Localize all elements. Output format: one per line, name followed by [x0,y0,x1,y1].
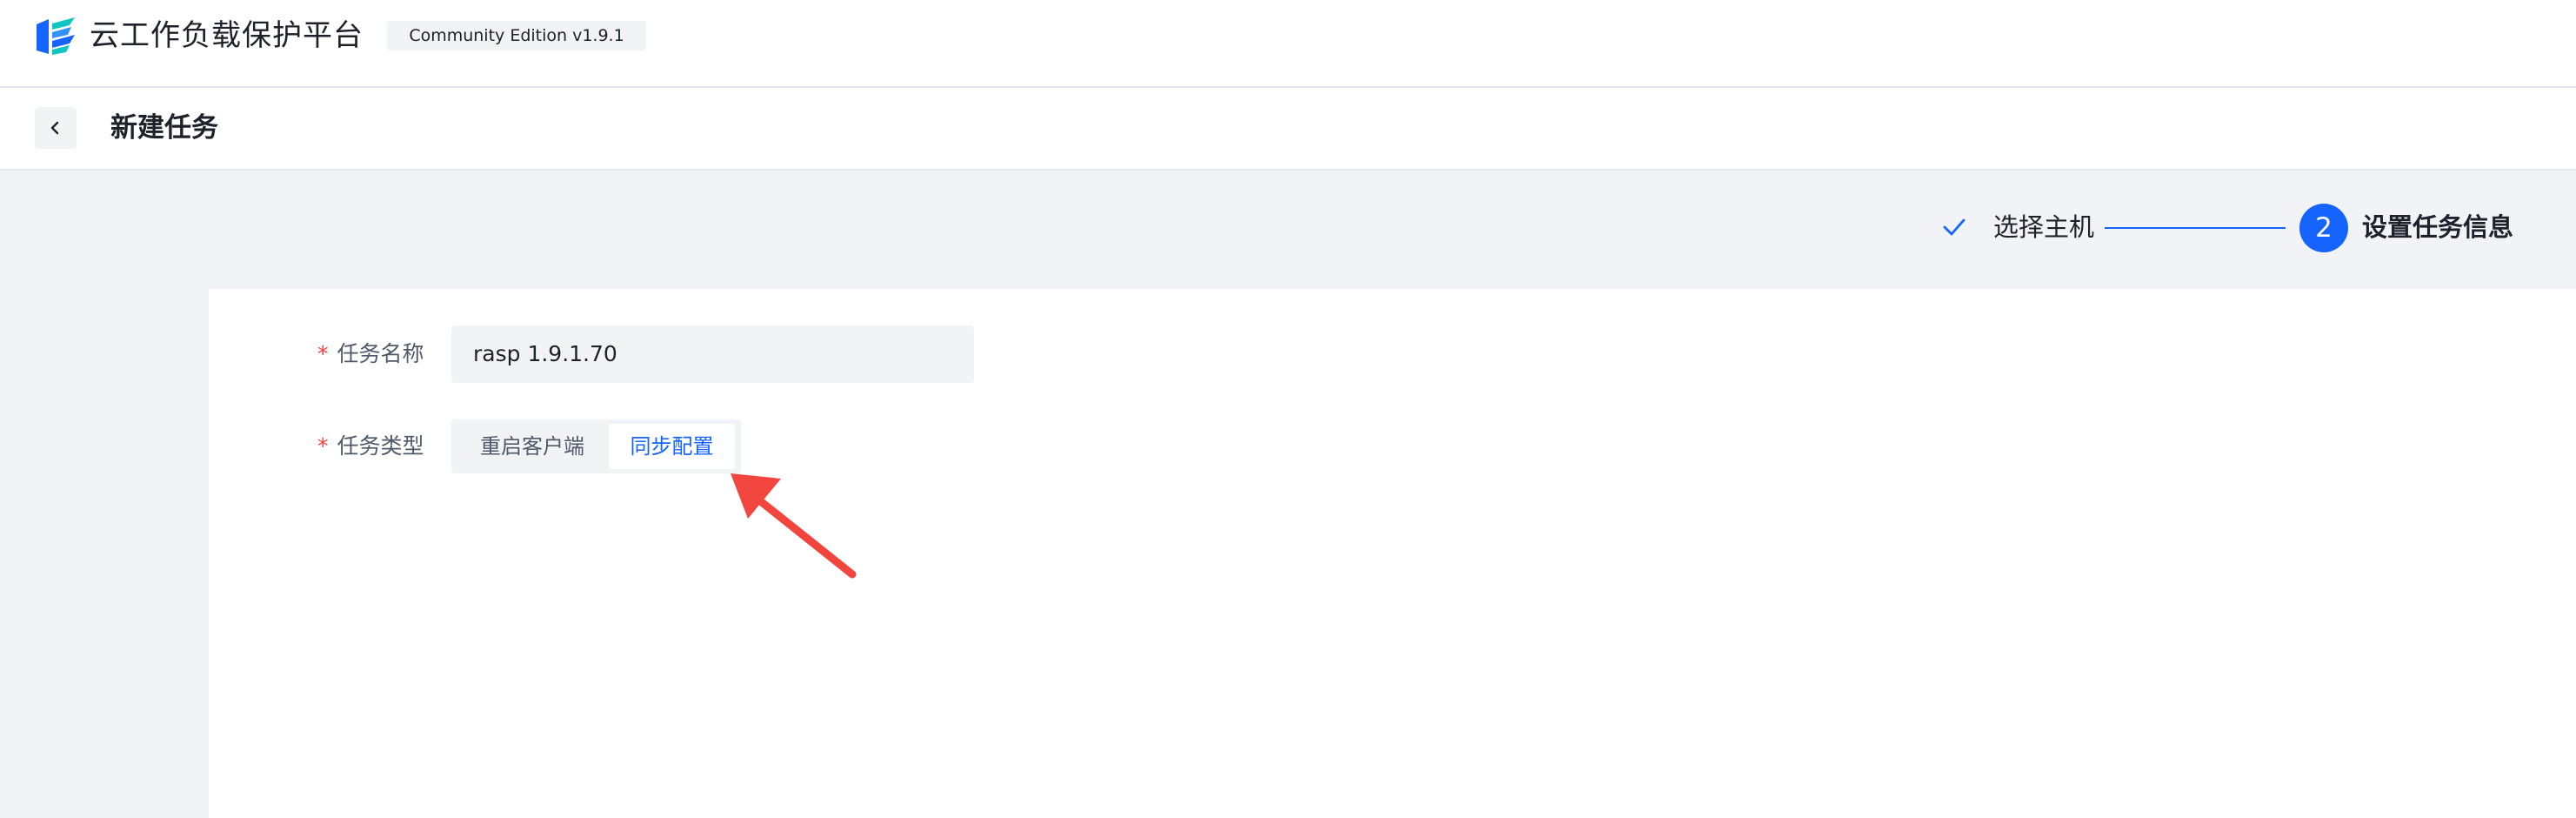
required-mark: * [317,341,329,366]
page-header: 新建任务 [0,88,2576,171]
task-name-label-text: 任务名称 [337,341,424,366]
step-2-number: 2 [2299,204,2348,252]
top-bar: 云工作负载保护平台 Community Edition v1.9.1 [0,0,2576,88]
step-1-status [1932,205,1976,249]
app-title: 云工作负载保护平台 [90,18,364,53]
task-name-input[interactable]: rasp 1.9.1.70 [451,325,974,383]
back-button[interactable] [35,107,77,149]
annotation-arrow-icon [731,473,857,579]
check-icon [1943,218,1965,236]
task-type-label: * 任务类型 [317,427,424,466]
form-card: * 任务名称 rasp 1.9.1.70 * 任务类型 重启客户端 同步配置 [209,289,2576,818]
step-connector [2105,227,2286,229]
task-type-label-text: 任务类型 [337,433,424,459]
step-2-label: 设置任务信息 [2362,212,2514,242]
logo-icon [37,17,75,55]
chevron-left-icon [50,121,59,135]
task-type-segmented: 重启客户端 同步配置 [451,419,741,473]
required-mark: * [317,433,329,459]
edition-badge: Community Edition v1.9.1 [387,21,646,50]
task-type-option-restart-client[interactable]: 重启客户端 [456,424,609,469]
step-1-label[interactable]: 选择主机 [1993,208,2094,246]
page-title: 新建任务 [110,112,218,144]
task-name-label: * 任务名称 [317,335,424,373]
steps-indicator: 选择主机 2 设置任务信息 [0,171,2576,289]
